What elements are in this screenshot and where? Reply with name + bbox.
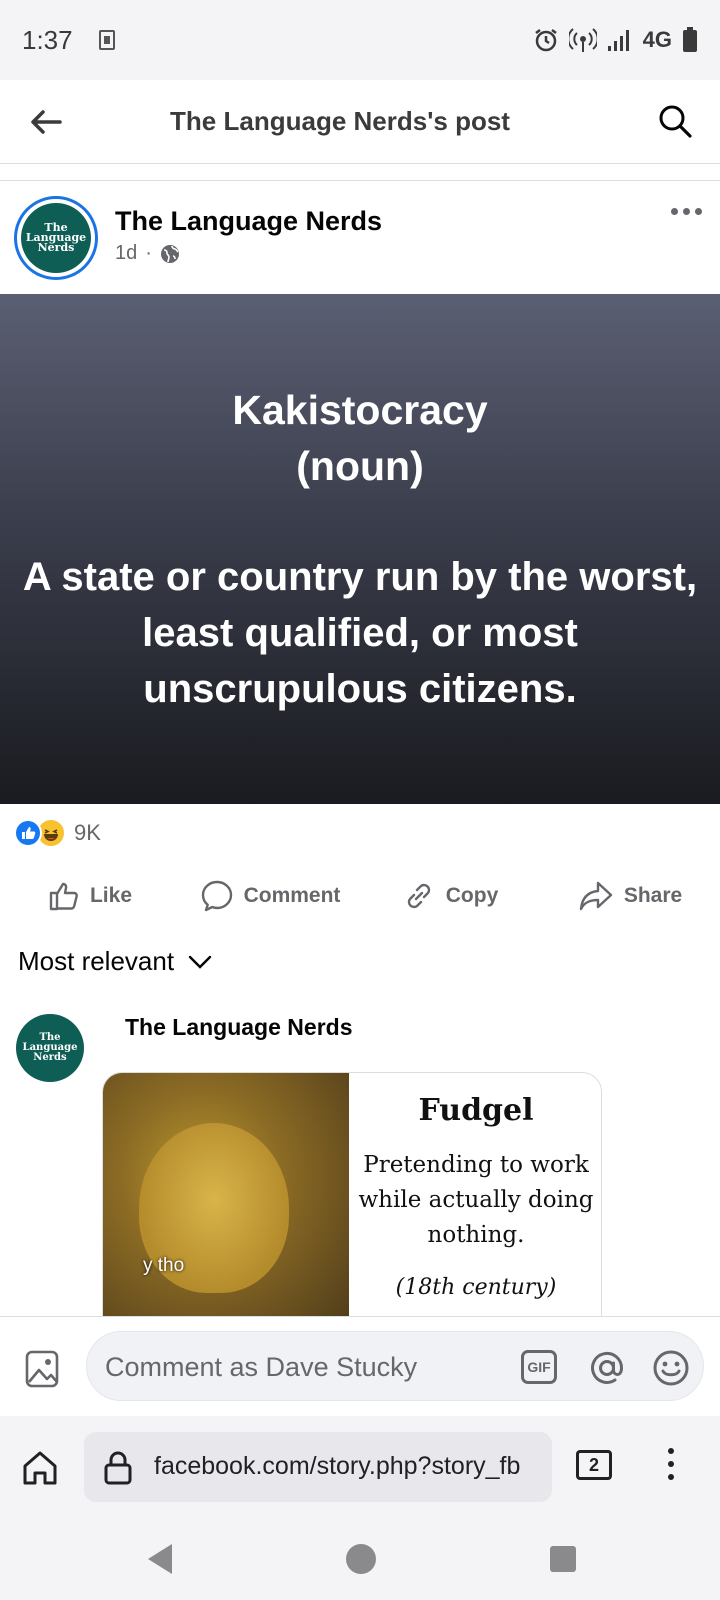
signal-icon — [607, 30, 629, 51]
hotspot-icon — [568, 28, 597, 52]
reactions-summary[interactable]: 9K — [14, 818, 101, 848]
address-bar[interactable]: facebook.com/story.php?story_fb — [84, 1432, 552, 1502]
comment-avatar[interactable]: The Language Nerds — [16, 1014, 84, 1082]
back-button[interactable] — [24, 100, 68, 144]
arrow-left-icon — [31, 110, 62, 134]
comment-author[interactable]: The Language Nerds — [125, 1014, 352, 1041]
nav-home-button[interactable] — [346, 1544, 376, 1574]
meme-picture: y tho — [103, 1073, 349, 1331]
post-meta: 1d · — [115, 242, 180, 265]
comment-composer: Comment as Dave Stucky GIF — [0, 1316, 720, 1416]
meme-era: (18th century) — [395, 1275, 557, 1300]
more-options-button[interactable] — [671, 208, 702, 215]
copy-link-button[interactable]: Copy — [360, 866, 540, 926]
add-photo-button[interactable] — [24, 1349, 64, 1389]
network-type: 4G — [642, 27, 672, 52]
battery-icon — [683, 27, 697, 52]
comment-bubble-icon — [201, 880, 232, 912]
reaction-count: 9K — [74, 820, 101, 845]
alarm-icon — [534, 29, 557, 52]
avatar-logo: The Language Nerds — [21, 203, 91, 273]
home-icon — [23, 1451, 57, 1485]
card-part-of-speech: (noun) — [296, 443, 424, 489]
avatar-text-line: Nerds — [37, 241, 75, 254]
search-icon — [659, 105, 692, 138]
meme-definition: Pretending to work while actually doing … — [358, 1152, 594, 1248]
smiley-icon — [653, 1350, 689, 1386]
nav-back-icon[interactable] — [146, 1542, 174, 1576]
like-button[interactable]: Like — [0, 866, 180, 926]
app-header: The Language Nerds's post — [0, 80, 720, 164]
meme-caption: y tho — [143, 1255, 185, 1276]
divider — [0, 165, 720, 181]
gif-button[interactable]: GIF — [521, 1350, 557, 1384]
dot — [668, 1448, 674, 1454]
page-title: The Language Nerds's post — [170, 106, 510, 136]
card-word: Kakistocracy — [232, 387, 488, 433]
lock-icon — [104, 1451, 132, 1485]
at-sign-icon — [591, 1351, 624, 1384]
comment-button[interactable]: Comment — [180, 866, 360, 926]
post-text-card[interactable]: Kakistocracy (noun) A state or country r… — [0, 294, 720, 804]
page-avatar[interactable]: The Language Nerds — [14, 196, 98, 280]
avatar-text-line: Nerds — [33, 1052, 67, 1063]
dot — [695, 208, 702, 215]
sort-label: Most relevant — [18, 946, 175, 976]
chevron-down-icon — [188, 955, 212, 969]
comment-input[interactable]: Comment as Dave Stucky GIF — [86, 1331, 704, 1401]
post-author[interactable]: The Language Nerds — [115, 206, 382, 237]
like-reaction-icon — [14, 819, 42, 847]
dot — [668, 1474, 674, 1480]
image-icon — [25, 1350, 59, 1388]
dot — [671, 208, 678, 215]
comment-sort-dropdown[interactable]: Most relevant — [18, 946, 212, 977]
browser-home-button[interactable] — [20, 1448, 64, 1492]
tab-switcher-button[interactable]: 2 — [576, 1450, 612, 1480]
meta-separator: · — [145, 242, 152, 264]
emoji-button[interactable] — [651, 1348, 691, 1388]
url-text: facebook.com/story.php?story_fb — [154, 1452, 521, 1480]
nav-recents-button[interactable] — [550, 1546, 576, 1572]
comment-image[interactable]: y tho Fudgel Pretending to work while ac… — [102, 1072, 602, 1332]
comment-label: Comment — [243, 884, 341, 907]
search-button[interactable] — [652, 98, 698, 144]
card-definition: A state or country run by the worst, lea… — [22, 555, 698, 711]
share-label: Share — [623, 884, 683, 907]
share-button[interactable]: Share — [540, 866, 720, 926]
share-arrow-icon — [579, 881, 613, 911]
comment-placeholder: Comment as Dave Stucky — [105, 1352, 418, 1382]
card-headword: Kakistocracy (noun) — [0, 382, 720, 494]
status-icons: 4G — [533, 27, 698, 53]
status-bar: 1:37 4G — [0, 0, 720, 80]
mention-button[interactable] — [587, 1348, 627, 1388]
post-actions: Like Comment Copy Share — [0, 866, 720, 926]
meme-word: Fudgel — [418, 1093, 534, 1128]
meme-text-panel: Fudgel Pretending to work while actually… — [349, 1073, 601, 1331]
status-time: 1:37 — [22, 24, 73, 55]
system-nav-bar — [0, 1520, 720, 1600]
post-header: The Language Nerds The Language Nerds 1d… — [0, 182, 720, 294]
dot — [668, 1461, 674, 1467]
copy-label: Copy — [445, 884, 499, 907]
thumbs-up-icon — [49, 882, 78, 911]
post-age[interactable]: 1d — [115, 242, 137, 265]
browser-toolbar: facebook.com/story.php?story_fb 2 — [0, 1416, 720, 1520]
globe-icon — [160, 244, 179, 263]
dot — [683, 208, 690, 215]
browser-menu-button[interactable] — [668, 1448, 674, 1480]
link-icon — [407, 883, 430, 909]
like-label: Like — [89, 884, 133, 907]
notification-icon — [98, 30, 115, 50]
